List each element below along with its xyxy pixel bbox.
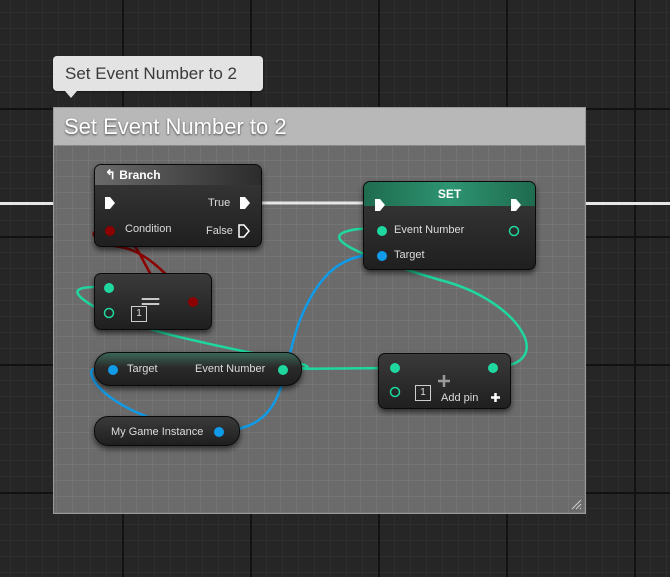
- set-node[interactable]: SET Event Number Target: [363, 181, 536, 270]
- equal-output-pin-icon[interactable]: [187, 296, 199, 308]
- condition-pin-icon[interactable]: [104, 225, 116, 237]
- exec-in-pin-icon[interactable]: [104, 196, 116, 210]
- false-exec-pin-icon[interactable]: [238, 224, 250, 238]
- branch-title: Branch: [119, 168, 161, 182]
- true-label: True: [208, 197, 231, 209]
- branch-node-header[interactable]: ↰ Branch: [95, 165, 261, 185]
- my-game-instance-pin-icon[interactable]: [213, 426, 225, 438]
- branch-icon: ↰: [105, 167, 116, 182]
- true-exec-pin-icon[interactable]: [239, 196, 251, 210]
- set-exec-out-pin-icon[interactable]: [510, 198, 522, 212]
- get-event-number-node[interactable]: Target Event Number: [94, 352, 302, 386]
- my-game-instance-label: My Game Instance: [111, 426, 204, 438]
- equal-input-a-pin-icon[interactable]: [103, 282, 115, 294]
- object-wire-to-set: [216, 252, 382, 433]
- get-target-label: Target: [127, 363, 158, 375]
- add-node[interactable]: 1 Add pin: [378, 353, 511, 409]
- my-game-instance-node[interactable]: My Game Instance: [94, 416, 240, 446]
- set-output-pin-icon[interactable]: [508, 225, 520, 237]
- set-event-number-pin-icon[interactable]: [376, 225, 388, 237]
- branch-node[interactable]: ↰ Branch Condition True False: [94, 164, 262, 247]
- set-event-number-label: Event Number: [394, 224, 465, 236]
- equal-node[interactable]: == 1: [94, 273, 212, 330]
- get-event-number-pin-icon[interactable]: [277, 364, 289, 376]
- add-operator-icon: [438, 375, 450, 387]
- get-event-number-label: Event Number: [195, 363, 266, 375]
- equal-literal-input[interactable]: 1: [131, 306, 147, 322]
- add-literal-input[interactable]: 1: [415, 385, 431, 401]
- add-pin-label[interactable]: Add pin: [441, 392, 478, 404]
- add-input-b-pin-icon[interactable]: [389, 386, 401, 398]
- false-label: False: [206, 225, 233, 237]
- add-pin-plus-icon[interactable]: [490, 392, 501, 403]
- add-output-pin-icon[interactable]: [487, 362, 499, 374]
- condition-label: Condition: [125, 223, 172, 235]
- set-target-label: Target: [394, 249, 425, 261]
- get-target-pin-icon[interactable]: [107, 364, 119, 376]
- equal-input-b-pin-icon[interactable]: [103, 307, 115, 319]
- add-input-a-pin-icon[interactable]: [389, 362, 401, 374]
- set-exec-in-pin-icon[interactable]: [374, 198, 386, 212]
- set-target-pin-icon[interactable]: [376, 250, 388, 262]
- set-title: SET: [437, 187, 462, 201]
